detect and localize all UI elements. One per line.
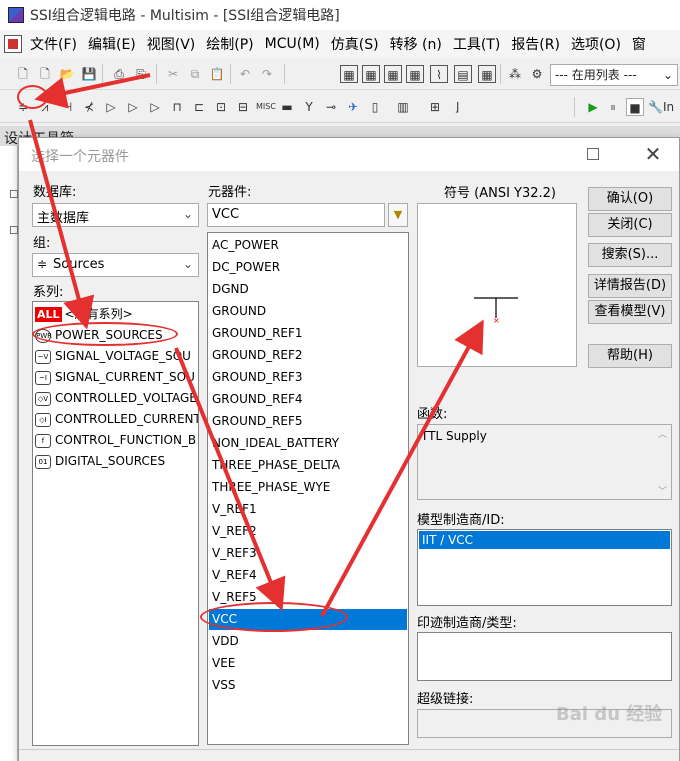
arrow-to-symbol bbox=[320, 319, 484, 617]
arrow-to-power-sources bbox=[28, 119, 95, 330]
annotation-arrows bbox=[28, 73, 484, 617]
arrow-to-source-button bbox=[34, 73, 151, 109]
arrow-to-vcc bbox=[174, 347, 286, 612]
baidu-watermark: Bai du 经验 bbox=[556, 704, 663, 725]
